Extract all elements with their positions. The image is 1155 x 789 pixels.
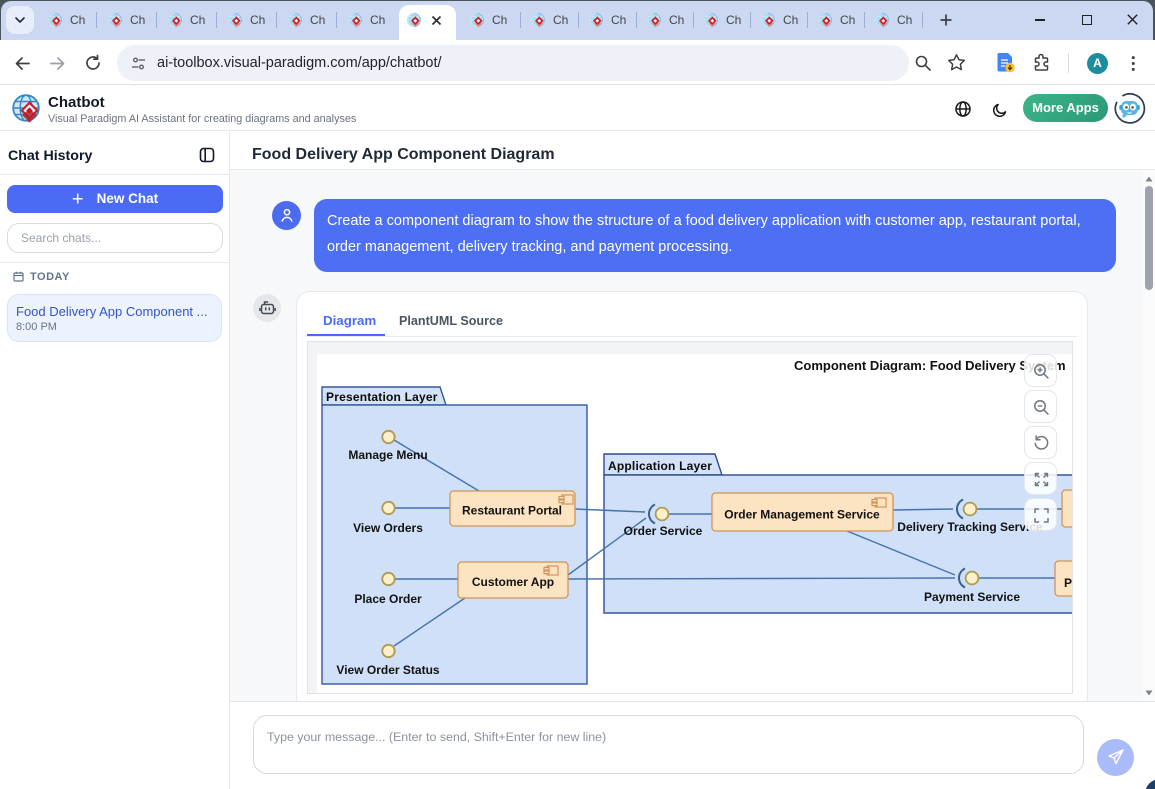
- svg-text:Order Management Service: Order Management Service: [724, 508, 880, 522]
- svg-text:Manage Menu: Manage Menu: [348, 448, 427, 462]
- svg-text:Order Service: Order Service: [624, 524, 703, 538]
- svg-text:Payment Service: Payment Service: [924, 590, 1020, 604]
- svg-text:Customer App: Customer App: [472, 575, 554, 589]
- svg-text:View Order Status: View Order Status: [336, 663, 439, 677]
- svg-text:View Orders: View Orders: [353, 521, 423, 535]
- svg-text:Application Layer: Application Layer: [608, 459, 712, 473]
- svg-text:Place Order: Place Order: [354, 592, 422, 606]
- svg-text:P: P: [1064, 576, 1072, 590]
- svg-text:Restaurant Portal: Restaurant Portal: [462, 504, 562, 518]
- svg-text:Delivery Tracking Service: Delivery Tracking Service: [897, 520, 1043, 534]
- svg-text:Presentation Layer: Presentation Layer: [326, 390, 438, 404]
